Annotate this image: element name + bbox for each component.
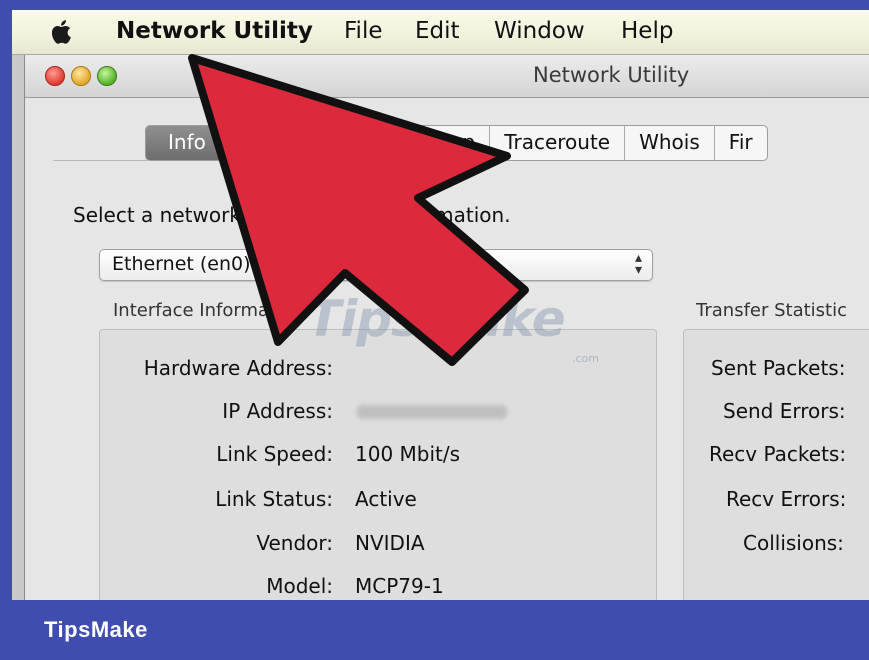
link-speed-label: Link Speed:: [216, 442, 333, 466]
send-errors-label: Send Errors:: [723, 399, 846, 423]
tab-bar: Info kup Traceroute Whois Fir: [145, 125, 768, 161]
tab-traceroute[interactable]: Traceroute: [489, 126, 624, 160]
interface-select-value: Ethernet (en0): [112, 253, 251, 275]
footer-bar: TipsMake: [0, 600, 869, 660]
apple-icon[interactable]: [52, 19, 74, 45]
watermark-text: TipsMake: [307, 290, 566, 348]
menu-help[interactable]: Help: [621, 18, 673, 44]
tab-whois[interactable]: Whois: [624, 126, 714, 160]
sent-packets-label: Sent Packets:: [711, 356, 846, 380]
screenshot-area: Network Utility File Edit Window Help Ne…: [12, 10, 869, 600]
vendor-label: Vendor:: [256, 531, 333, 555]
zoom-button[interactable]: [97, 66, 117, 86]
interface-info-title: Interface Informat: [113, 300, 277, 321]
interface-select[interactable]: Ethernet (en0) ▴ ▾: [99, 249, 653, 281]
ip-address-blurred: [357, 405, 507, 419]
transfer-stats-title: Transfer Statistic: [696, 300, 848, 321]
instruction-text: Select a network formation.: [73, 203, 511, 227]
menu-edit[interactable]: Edit: [415, 18, 460, 44]
popup-arrows-icon: ▴ ▾: [634, 250, 642, 278]
instruction-head: Select a network: [73, 203, 241, 227]
link-status-value: Active: [355, 487, 417, 511]
hardware-address-label: Hardware Address:: [143, 356, 333, 380]
model-label: Model:: [266, 574, 333, 598]
ip-address-label: IP Address:: [222, 399, 333, 423]
window-titlebar[interactable]: Network Utility: [25, 55, 869, 98]
tab-finger[interactable]: Fir: [713, 126, 767, 160]
minimize-button[interactable]: [71, 66, 91, 86]
instruction-tail: formation.: [407, 203, 511, 227]
link-speed-value: 100 Mbit/s: [355, 442, 461, 466]
menu-window[interactable]: Window: [494, 18, 585, 44]
close-button[interactable]: [45, 66, 65, 86]
tab-lookup[interactable]: kup: [227, 126, 489, 160]
link-status-label: Link Status:: [215, 487, 333, 511]
watermark-sub: .com: [572, 352, 599, 365]
collisions-label: Collisions:: [743, 531, 844, 555]
menu-bar: Network Utility File Edit Window Help: [12, 10, 869, 55]
recv-errors-label: Recv Errors:: [726, 487, 847, 511]
tab-info[interactable]: Info: [146, 126, 228, 160]
recv-packets-label: Recv Packets:: [709, 442, 847, 466]
window-title: Network Utility: [533, 63, 690, 87]
model-value: MCP79-1: [355, 574, 444, 598]
vendor-value: NVIDIA: [355, 531, 425, 555]
menu-file[interactable]: File: [344, 18, 383, 44]
footer-brand-label: TipsMake: [44, 617, 148, 642]
menu-app-name[interactable]: Network Utility: [116, 18, 313, 44]
tab-separator-line: [53, 160, 148, 161]
